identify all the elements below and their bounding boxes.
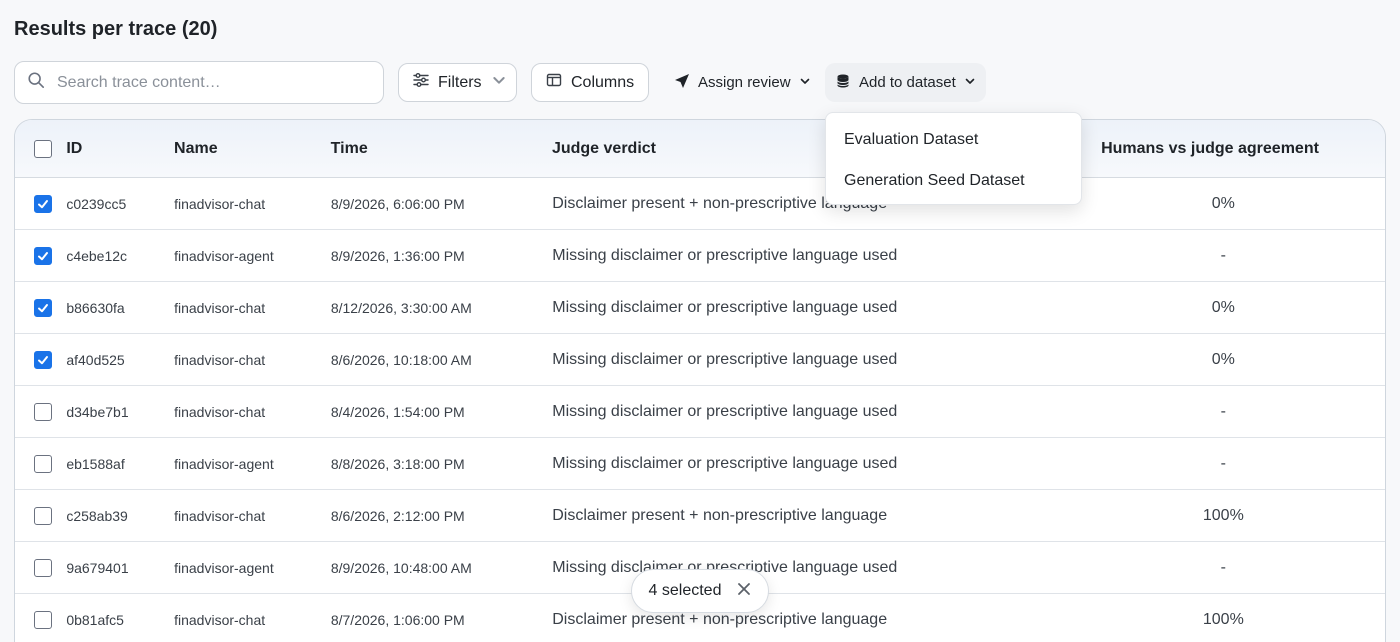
- row-id[interactable]: af40d525: [66, 352, 174, 368]
- row-agreement: -: [1220, 558, 1226, 576]
- row-checkbox[interactable]: [34, 298, 52, 317]
- page-title: Results per trace (20): [14, 18, 218, 40]
- search-input[interactable]: [57, 73, 357, 92]
- column-header-name[interactable]: Name: [174, 140, 331, 158]
- row-time: 8/7/2026, 1:06:00 PM: [330, 611, 465, 628]
- row-time: 8/4/2026, 1:54:00 PM: [330, 403, 465, 420]
- table-row[interactable]: c0239cc5 finadvisor-chat 8/9/2026, 6:06:00…: [15, 178, 1385, 230]
- row-id[interactable]: eb1588af: [66, 456, 174, 472]
- row-agreement: 0%: [1211, 298, 1235, 316]
- row-id[interactable]: 0b81afc5: [66, 612, 174, 628]
- selection-count: 4 selected: [648, 582, 722, 599]
- add-to-dataset-button[interactable]: Add to dataset: [825, 63, 986, 102]
- row-name: finadvisor-chat: [174, 403, 266, 420]
- send-icon: [674, 73, 690, 93]
- row-agreement: 0%: [1211, 194, 1235, 212]
- table-row[interactable]: c4ebe12c finadvisor-agent 8/9/2026, 1:36:0…: [15, 230, 1385, 282]
- search-box[interactable]: [14, 61, 384, 104]
- dataset-dropdown-menu: Evaluation Dataset Generation Seed Datas…: [825, 112, 1082, 205]
- chevron-down-icon: [799, 74, 811, 91]
- assign-review-label: Assign review: [698, 74, 791, 91]
- row-time: 8/9/2026, 6:06:00 PM: [330, 195, 465, 212]
- row-verdict: Missing disclaimer or prescriptive langu…: [552, 454, 898, 472]
- row-time: 8/9/2026, 1:36:00 PM: [330, 247, 465, 264]
- database-icon: [835, 73, 851, 93]
- row-checkbox[interactable]: [34, 454, 52, 473]
- row-time: 8/6/2026, 2:12:00 PM: [330, 507, 465, 524]
- row-id[interactable]: c258ab39: [66, 508, 174, 524]
- dataset-option-generation-seed[interactable]: Generation Seed Dataset: [826, 160, 1081, 201]
- column-header-time[interactable]: Time: [331, 140, 552, 158]
- row-time: 8/6/2026, 10:18:00 AM: [330, 351, 472, 368]
- row-checkbox[interactable]: [34, 558, 52, 577]
- filters-label: Filters: [438, 73, 482, 91]
- add-to-dataset-label: Add to dataset: [859, 74, 956, 91]
- assign-review-button[interactable]: Assign review: [664, 63, 821, 102]
- search-icon: [27, 71, 45, 94]
- row-verdict: Missing disclaimer or prescriptive langu…: [552, 298, 898, 316]
- columns-button[interactable]: Columns: [531, 63, 649, 102]
- chevron-down-icon: [964, 74, 976, 91]
- row-name: finadvisor-agent: [174, 455, 274, 472]
- columns-icon: [546, 72, 562, 93]
- row-name: finadvisor-chat: [174, 611, 266, 628]
- row-id[interactable]: b86630fa: [66, 300, 174, 316]
- row-verdict: Missing disclaimer or prescriptive langu…: [552, 246, 898, 264]
- row-agreement: 100%: [1202, 610, 1244, 628]
- table-row[interactable]: d34be7b1 finadvisor-chat 8/4/2026, 1:54:00…: [15, 386, 1385, 438]
- row-verdict: Disclaimer present + non-prescriptive la…: [552, 610, 888, 628]
- sliders-icon: [413, 72, 429, 93]
- row-name: finadvisor-chat: [174, 195, 266, 212]
- row-name: finadvisor-agent: [174, 559, 274, 576]
- table-row[interactable]: eb1588af finadvisor-agent 8/8/2026, 3:18:0…: [15, 438, 1385, 490]
- row-id[interactable]: c0239cc5: [66, 196, 174, 212]
- column-header-agreement[interactable]: Humans vs judge agreement: [1061, 140, 1385, 158]
- row-id[interactable]: c4ebe12c: [66, 248, 174, 264]
- row-checkbox[interactable]: [34, 194, 52, 213]
- row-name: finadvisor-chat: [174, 507, 266, 524]
- dataset-option-evaluation[interactable]: Evaluation Dataset: [826, 119, 1081, 160]
- row-id[interactable]: d34be7b1: [66, 404, 174, 420]
- table-row[interactable]: b86630fa finadvisor-chat 8/12/2026, 3:30:0…: [15, 282, 1385, 334]
- row-verdict: Missing disclaimer or prescriptive langu…: [552, 558, 898, 576]
- selection-pill: 4 selected: [631, 569, 769, 613]
- row-time: 8/12/2026, 3:30:00 AM: [330, 299, 472, 316]
- row-checkbox[interactable]: [34, 506, 52, 525]
- table-header: ID Name Time Judge verdict Humans vs jud…: [15, 120, 1385, 178]
- row-agreement: -: [1220, 246, 1226, 264]
- results-table: ID Name Time Judge verdict Humans vs jud…: [14, 119, 1386, 642]
- row-name: finadvisor-chat: [174, 351, 266, 368]
- row-name: finadvisor-chat: [174, 299, 266, 316]
- column-header-id[interactable]: ID: [66, 140, 174, 158]
- row-name: finadvisor-agent: [174, 247, 274, 264]
- close-icon[interactable]: [737, 582, 751, 601]
- row-agreement: 100%: [1202, 506, 1244, 524]
- row-verdict: Disclaimer present + non-prescriptive la…: [552, 506, 888, 524]
- table-row[interactable]: af40d525 finadvisor-chat 8/6/2026, 10:18:0…: [15, 334, 1385, 386]
- filters-button[interactable]: Filters: [398, 63, 517, 102]
- row-agreement: -: [1220, 454, 1226, 472]
- table-row[interactable]: c258ab39 finadvisor-chat 8/6/2026, 2:12:00…: [15, 490, 1385, 542]
- chevron-down-icon: [491, 72, 507, 93]
- row-id[interactable]: 9a679401: [66, 560, 174, 576]
- columns-label: Columns: [571, 73, 635, 91]
- row-verdict: Missing disclaimer or prescriptive langu…: [552, 402, 898, 420]
- row-checkbox[interactable]: [34, 402, 52, 421]
- row-time: 8/8/2026, 3:18:00 PM: [330, 455, 465, 472]
- row-checkbox[interactable]: [34, 610, 52, 629]
- select-all-checkbox[interactable]: [34, 139, 52, 158]
- row-time: 8/9/2026, 10:48:00 AM: [330, 559, 472, 576]
- row-verdict: Missing disclaimer or prescriptive langu…: [552, 350, 898, 368]
- row-agreement: 0%: [1211, 350, 1235, 368]
- row-checkbox[interactable]: [34, 350, 52, 369]
- row-agreement: -: [1220, 402, 1226, 420]
- row-checkbox[interactable]: [34, 246, 52, 265]
